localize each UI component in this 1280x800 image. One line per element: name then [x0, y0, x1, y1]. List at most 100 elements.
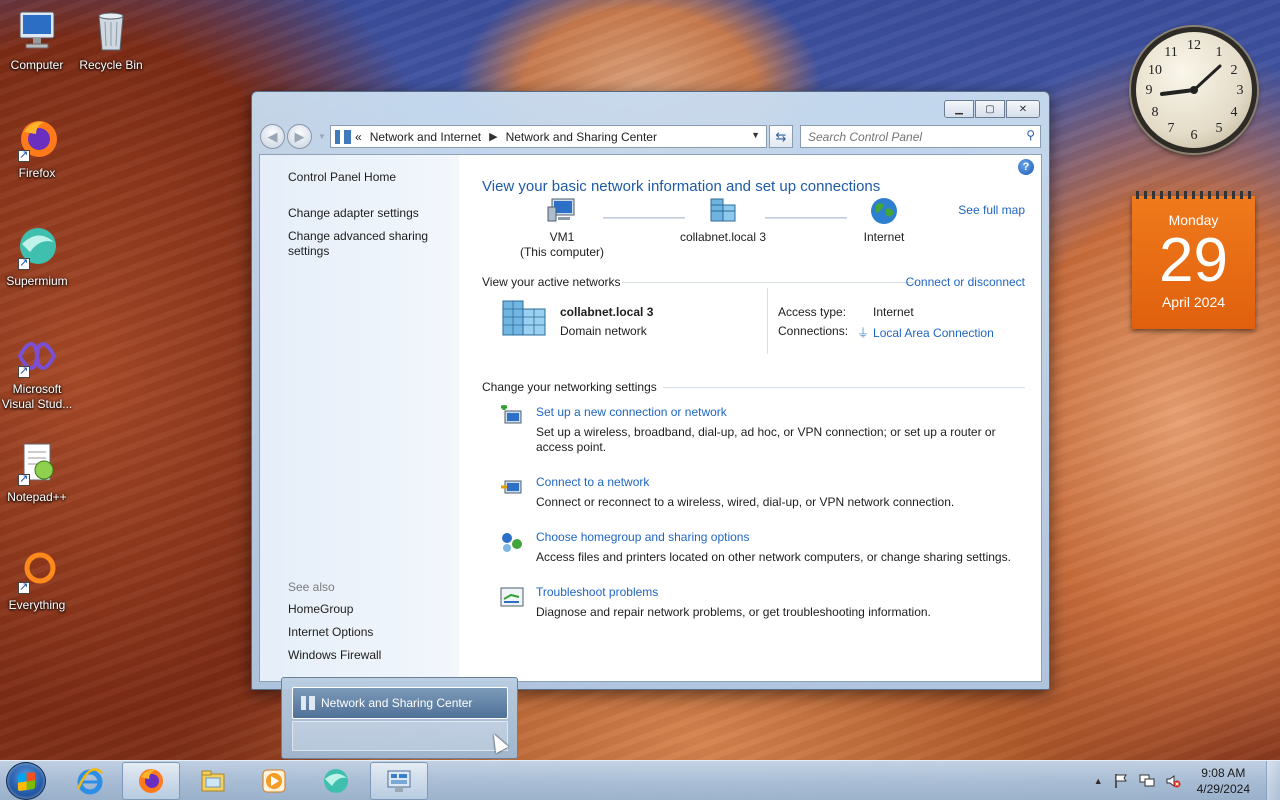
- firefox-icon: [14, 116, 60, 162]
- desktop-icon-visual-studio[interactable]: Microsoft Visual Stud...: [0, 332, 74, 412]
- thumbnail-window-title: Network and Sharing Center: [321, 696, 473, 710]
- map-node-internet[interactable]: Internet: [847, 197, 921, 245]
- desktop-icon-everything[interactable]: Everything: [0, 548, 74, 613]
- maximize-button[interactable]: ▢: [975, 100, 1005, 118]
- shortcut-arrow-icon: [18, 580, 30, 594]
- taskbar-internet-explorer[interactable]: [61, 762, 119, 800]
- navigation-bar: ◀ ▶ ▼ « Network and Internet ▶ Network a…: [260, 124, 1041, 149]
- homegroup-link[interactable]: HomeGroup: [288, 602, 453, 617]
- local-area-connection-link[interactable]: ⏚ Local Area Connection: [857, 324, 994, 341]
- close-button[interactable]: ✕: [1006, 100, 1040, 118]
- computer-icon: [14, 8, 60, 54]
- desktop-icon-supermium[interactable]: Supermium: [0, 224, 74, 289]
- networking-settings-heading: Change your networking settings: [482, 380, 657, 394]
- see-full-map-link[interactable]: See full map: [958, 203, 1025, 217]
- taskbar: ▲ 9:08 AM 4/29/2024: [0, 760, 1280, 800]
- calendar-day-number: 29: [1159, 226, 1228, 295]
- active-network-type[interactable]: Domain network: [560, 324, 647, 338]
- control-panel-icon: [385, 767, 413, 795]
- taskbar-media-player[interactable]: [245, 762, 303, 800]
- setup-connection-link[interactable]: Set up a new connection or network: [536, 405, 727, 419]
- connect-to-network-link[interactable]: Connect to a network: [536, 475, 649, 489]
- visual-studio-icon: [14, 332, 60, 378]
- taskbar-file-explorer[interactable]: [184, 762, 242, 800]
- task-troubleshoot: Troubleshoot problems Diagnose and repai…: [499, 585, 1019, 625]
- troubleshoot-problems-link[interactable]: Troubleshoot problems: [536, 585, 658, 599]
- search-box[interactable]: ⚲: [800, 125, 1041, 148]
- recent-pages-dropdown[interactable]: ▼: [318, 132, 326, 141]
- map-node-domain-network[interactable]: collabnet.local 3: [663, 197, 783, 245]
- refresh-button[interactable]: ⇆: [769, 125, 793, 148]
- section-divider: [663, 387, 1025, 388]
- thumbnail-window-item[interactable]: Network and Sharing Center: [292, 687, 508, 719]
- change-adapter-settings-link[interactable]: Change adapter settings: [288, 206, 453, 221]
- action-center-flag-icon[interactable]: [1113, 773, 1129, 789]
- windows-firewall-link[interactable]: Windows Firewall: [288, 648, 453, 663]
- thumbnail-preview[interactable]: [292, 721, 508, 751]
- troubleshoot-problems-description: Diagnose and repair network problems, or…: [536, 605, 931, 619]
- map-connection-line: [765, 217, 847, 219]
- window-controls: ▁ ▢ ✕: [944, 100, 1040, 118]
- breadcrumb-separator-icon[interactable]: ▶: [489, 130, 497, 143]
- address-dropdown-icon[interactable]: ▼: [751, 130, 760, 140]
- internet-options-link[interactable]: Internet Options: [288, 625, 453, 640]
- control-panel-home-link[interactable]: Control Panel Home: [288, 170, 453, 185]
- active-network-name: collabnet.local 3: [560, 305, 654, 319]
- map-node-computer: VM1 (This computer): [507, 197, 617, 260]
- clock-gadget[interactable]: 12 1 2 3 4 5 6 7 8 9 10 11: [1131, 27, 1257, 153]
- calendar-gadget[interactable]: Monday 29 April 2024: [1132, 191, 1255, 329]
- domain-network-icon: [707, 197, 739, 225]
- internet-explorer-icon: [76, 767, 104, 795]
- search-icon[interactable]: ⚲: [1026, 128, 1035, 142]
- new-connection-icon: [499, 404, 525, 429]
- desktop-icon-firefox[interactable]: Firefox: [0, 116, 74, 181]
- access-type-label: Access type:: [778, 305, 847, 319]
- breadcrumb-prefix[interactable]: «: [355, 130, 362, 144]
- computer-icon: [546, 197, 578, 225]
- domain-network-icon[interactable]: [501, 297, 549, 340]
- access-type-value: Internet: [873, 305, 914, 319]
- address-bar[interactable]: « Network and Internet ▶ Network and Sha…: [330, 125, 767, 148]
- main-pane: ? View your basic network information an…: [459, 155, 1041, 681]
- taskbar-supermium[interactable]: [307, 762, 365, 800]
- back-button[interactable]: ◀: [260, 124, 285, 149]
- everything-search-icon: [14, 548, 60, 594]
- connections-label: Connections:: [778, 324, 849, 338]
- control-panel-icon: [335, 129, 351, 144]
- volume-muted-icon[interactable]: [1165, 773, 1181, 789]
- show-hidden-icons-button[interactable]: ▲: [1094, 776, 1103, 786]
- show-desktop-button[interactable]: [1266, 761, 1280, 800]
- taskbar-firefox[interactable]: [122, 762, 180, 800]
- system-tray: ▲ 9:08 AM 4/29/2024: [1094, 761, 1280, 800]
- homegroup-icon: [499, 530, 525, 554]
- change-advanced-sharing-link[interactable]: Change advanced sharing settings: [288, 229, 453, 259]
- recycle-bin-icon: [88, 8, 134, 54]
- firefox-icon: [137, 767, 165, 795]
- breadcrumb-network-and-internet[interactable]: Network and Internet: [370, 130, 481, 144]
- network-tray-icon[interactable]: [1139, 773, 1155, 789]
- active-networks-heading: View your active networks: [482, 275, 621, 289]
- help-icon[interactable]: ?: [1018, 159, 1034, 175]
- taskbar-control-panel[interactable]: [370, 762, 428, 800]
- search-input[interactable]: [801, 126, 1011, 147]
- forward-button[interactable]: ▶: [287, 124, 312, 149]
- breadcrumb-network-sharing-center[interactable]: Network and Sharing Center: [506, 130, 657, 144]
- connect-or-disconnect-link[interactable]: Connect or disconnect: [906, 275, 1025, 289]
- desktop-icon-computer[interactable]: Computer: [0, 8, 74, 73]
- minimize-button[interactable]: ▁: [944, 100, 974, 118]
- shortcut-arrow-icon: [18, 256, 30, 270]
- vertical-divider: [767, 288, 768, 354]
- left-pane: Control Panel Home Change adapter settin…: [260, 155, 459, 681]
- calendar-month-year: April 2024: [1161, 294, 1226, 310]
- section-divider: [622, 282, 917, 283]
- desktop-icon-notepad-plus-plus[interactable]: Notepad++: [0, 440, 74, 505]
- ethernet-icon: ⏚: [857, 326, 870, 340]
- homegroup-sharing-link[interactable]: Choose homegroup and sharing options: [536, 530, 749, 544]
- page-title: View your basic network information and …: [482, 178, 881, 195]
- taskbar-clock[interactable]: 9:08 AM 4/29/2024: [1197, 765, 1250, 797]
- supermium-icon: [14, 224, 60, 270]
- notepad-plus-plus-icon: [14, 440, 60, 486]
- start-button[interactable]: [6, 762, 46, 800]
- desktop-icon-recycle-bin[interactable]: Recycle Bin: [74, 8, 148, 73]
- task-setup-connection: Set up a new connection or network Set u…: [499, 404, 1019, 455]
